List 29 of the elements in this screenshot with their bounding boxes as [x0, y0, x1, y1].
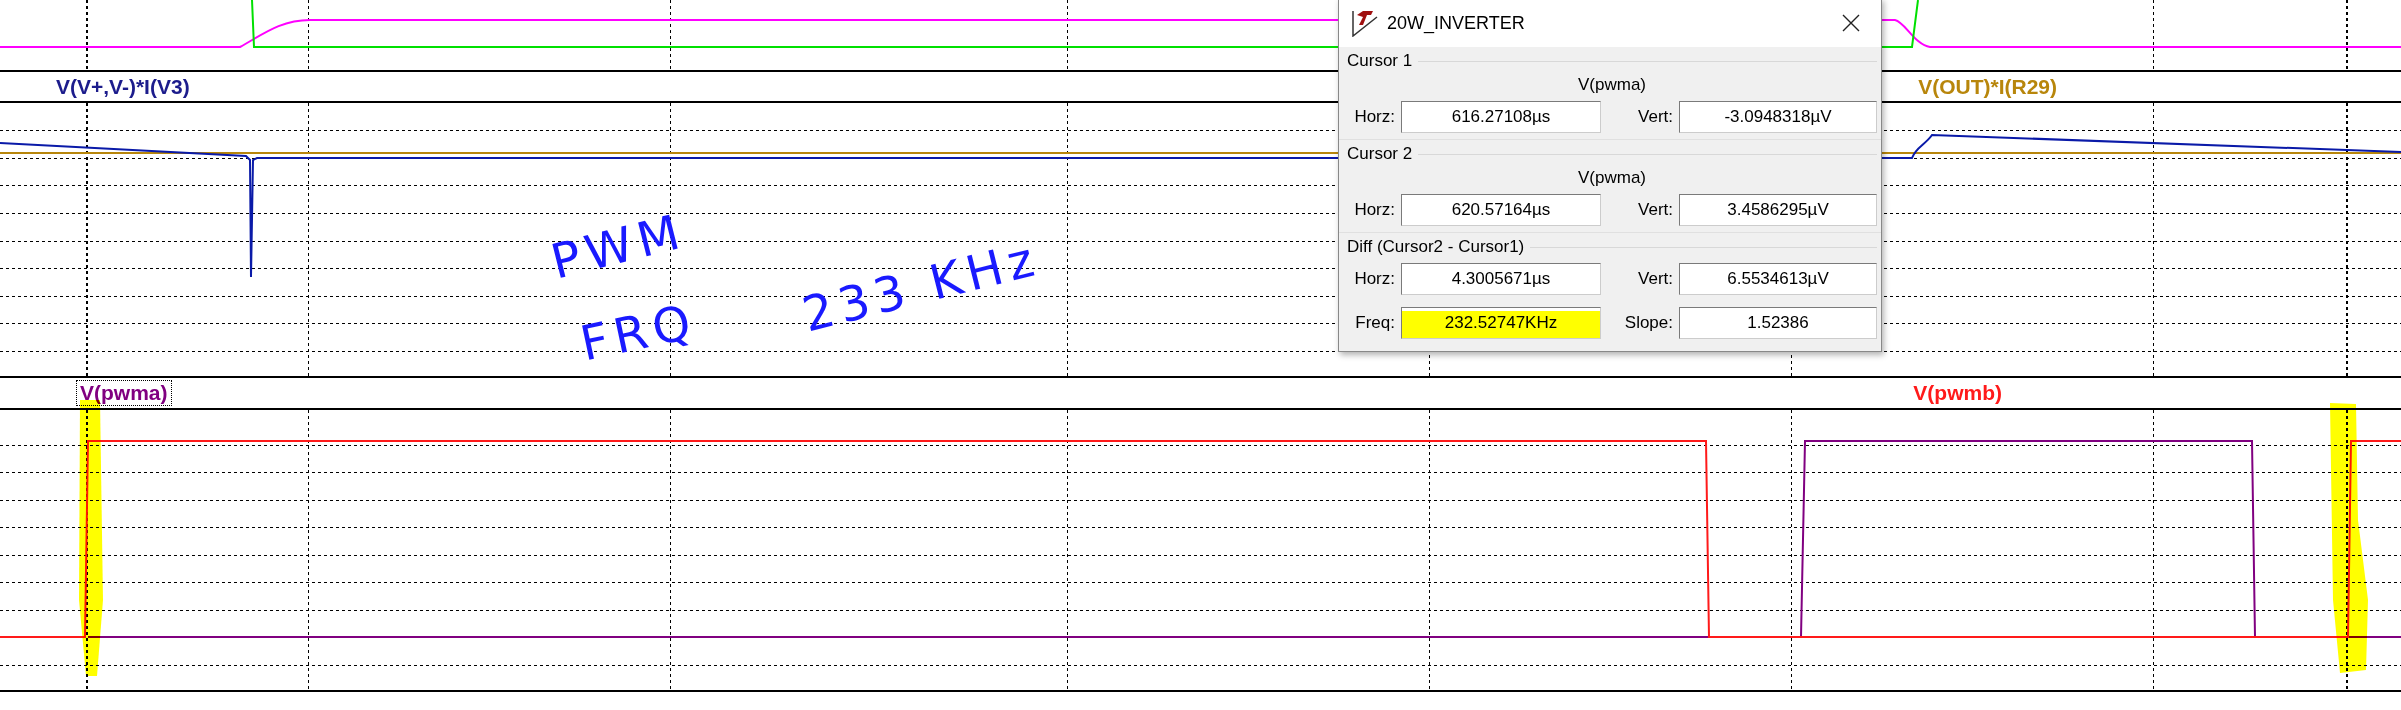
value-field[interactable]: -3.0948318µV	[1679, 101, 1877, 133]
value-field[interactable]: 1.52386	[1679, 307, 1877, 339]
field-label: Slope:	[1623, 313, 1673, 333]
handwritten-note: PWM	[546, 206, 690, 286]
field-label: Horz:	[1353, 269, 1395, 289]
window-title: 20W_INVERTER	[1387, 12, 1526, 34]
trace-label[interactable]: V(pwmb)	[1909, 380, 2006, 406]
trace-label[interactable]: V(V+,V-)*I(V3)	[52, 73, 194, 100]
close-icon	[1842, 14, 1860, 32]
field-label: Vert:	[1637, 200, 1673, 220]
handwritten-note: 233 KHz	[797, 233, 1044, 339]
logo-icon	[1351, 9, 1379, 37]
group-title: Cursor 1	[1347, 51, 1413, 71]
handwritten-note: FRQ	[576, 296, 701, 368]
field-label: Freq:	[1354, 313, 1395, 333]
field-label: Horz:	[1353, 200, 1395, 220]
group-title: Diff (Cursor2 - Cursor1)	[1347, 237, 1525, 257]
trace-name: V(pwma)	[1577, 168, 1647, 188]
trace-name: V(pwma)	[1577, 75, 1647, 95]
field-label: Vert:	[1637, 269, 1673, 289]
group-title: Cursor 2	[1347, 144, 1413, 164]
value-field[interactable]: 6.5534613µV	[1679, 263, 1877, 295]
value-field[interactable]: 616.27108µs	[1401, 101, 1601, 133]
field-label: Horz:	[1353, 107, 1395, 127]
value-field[interactable]: 3.4586295µV	[1679, 194, 1877, 226]
value-field[interactable]: 4.3005671µs	[1401, 263, 1601, 295]
field-label: Vert:	[1637, 107, 1673, 127]
value-field[interactable]: 620.57164µs	[1401, 194, 1601, 226]
value-field[interactable]: 232.52747KHz	[1401, 307, 1601, 339]
